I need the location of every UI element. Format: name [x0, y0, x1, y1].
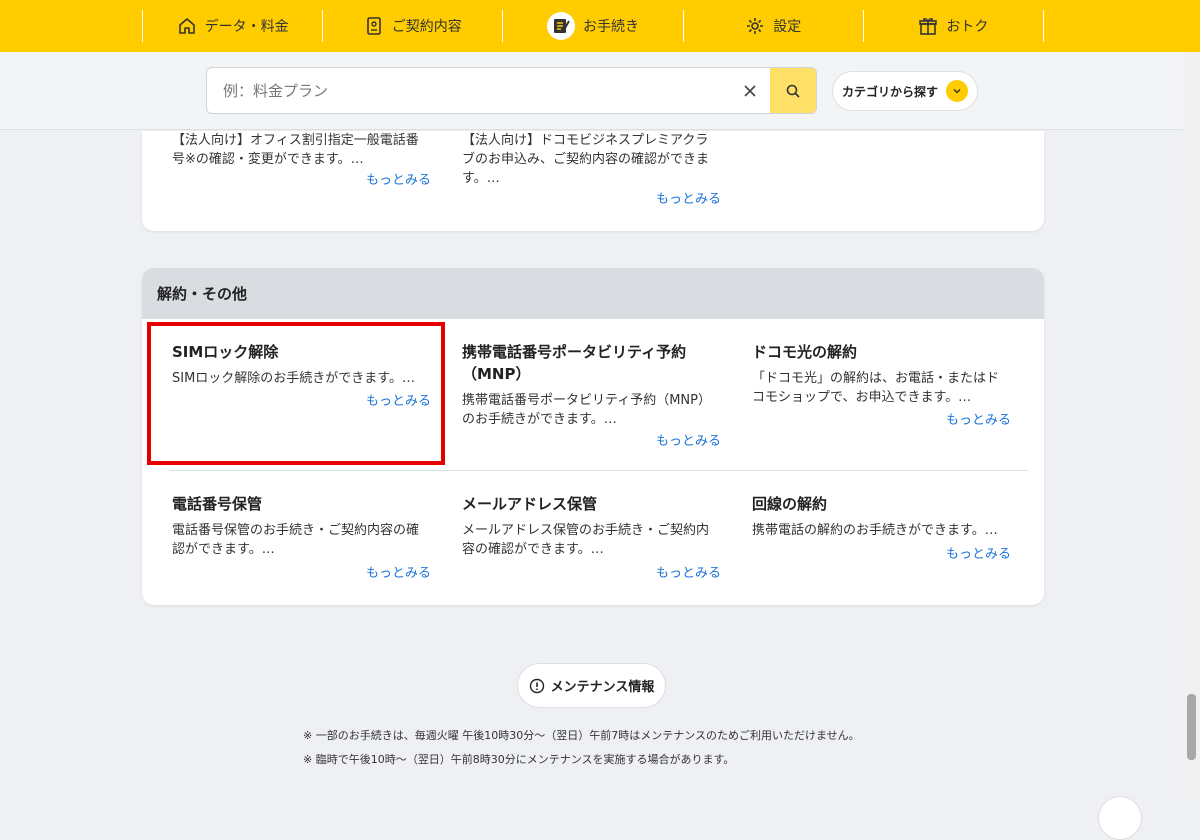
tile-desc: 容の確認ができます。… — [462, 542, 604, 557]
tile-desc: 号※の確認・変更ができます。… — [172, 152, 364, 167]
active-indicator — [547, 12, 575, 40]
search-button[interactable] — [770, 68, 816, 113]
info-icon — [529, 678, 544, 693]
more-link[interactable]: もっとみる — [366, 390, 431, 409]
tile-desc: コモショップで、お申込できます。… — [752, 390, 972, 405]
nav-item-procedure[interactable]: お手続き — [502, 10, 682, 42]
section-card-cancellation: 解約・その他 SIMロック解除 SIMロック解除のお手続きができます。… もっと… — [142, 268, 1044, 605]
more-link[interactable]: もっとみる — [656, 188, 721, 207]
top-navigation: データ・料金 ご契約内容 お手続き 設定 おトク — [0, 0, 1200, 52]
nav-bar: データ・料金 ご契約内容 お手続き 設定 おトク — [142, 0, 1045, 52]
settings-icon — [747, 18, 764, 34]
more-link[interactable]: もっとみる — [366, 562, 431, 581]
tile-desc: ブのお申込み、ご契約内容の確認ができま — [462, 152, 710, 167]
clear-button[interactable] — [730, 68, 770, 113]
tile-mnp-reservation[interactable]: 携帯電話番号ポータビリティ予約 （MNP） 携帯電話番号ポータビリティ予約（MN… — [462, 341, 732, 429]
search-icon — [786, 84, 800, 98]
maintenance-notes: ※ 一部のお手続きは、毎週火曜 午後10時30分～（翌日）午前7時はメンテナンス… — [303, 724, 923, 772]
tile-title: SIMロック解除 — [172, 343, 279, 361]
maintenance-note: ※ 一部のお手続きは、毎週火曜 午後10時30分～（翌日）午前7時はメンテナンス… — [303, 729, 860, 742]
more-link[interactable]: もっとみる — [366, 169, 431, 188]
tile-desc: 携帯電話の解約のお手続きができます。… — [752, 523, 998, 538]
search-box — [206, 67, 817, 114]
tile-title: 回線の解約 — [752, 495, 828, 513]
tile-desc: 電話番号保管のお手続き・ご契約内容の確 — [172, 523, 420, 538]
tile-desc: メールアドレス保管のお手続き・ご契約内 — [462, 523, 710, 538]
tile-title: （MNP） — [462, 365, 531, 383]
category-label: カテゴリから探す — [841, 84, 938, 99]
nav-label: おトク — [946, 19, 989, 35]
tile-desc: す。… — [462, 171, 500, 186]
maintenance-info-button[interactable]: メンテナンス情報 — [517, 663, 666, 708]
tile-email-storage[interactable]: メールアドレス保管 メールアドレス保管のお手続き・ご契約内 容の確認ができます。… — [462, 493, 732, 559]
tile-desc: 携帯電話番号ポータビリティ予約（MNP） — [462, 393, 712, 408]
nav-label: ご契約内容 — [391, 19, 462, 35]
tile-desc: SIMロック解除のお手続きができます。… — [172, 371, 416, 386]
tile-desc: 【法人向け】オフィス割引指定一般電話番 — [172, 133, 419, 148]
tile-office-discount[interactable]: 【法人向け】オフィス割引指定一般電話番 号※の確認・変更ができます。… — [172, 131, 432, 169]
procedure-icon — [554, 19, 570, 33]
search-area: カテゴリから探す — [0, 52, 1200, 130]
chevron-down-icon — [946, 80, 968, 102]
more-link[interactable]: もっとみる — [656, 430, 721, 449]
home-icon — [178, 18, 195, 34]
contract-icon — [366, 17, 381, 35]
maintenance-note: ※ 臨時で午後10時～（翌日）午前8時30分にメンテナンスを実施する場合がありま… — [303, 753, 735, 766]
tile-title: ドコモ光の解約 — [752, 343, 858, 361]
procedure-card-partial: 【法人向け】オフィス割引指定一般電話番 号※の確認・変更ができます。… もっとみ… — [142, 131, 1044, 231]
tile-desc: 「ドコモ光」の解約は、お電話・またはド — [752, 371, 1000, 386]
gift-icon — [919, 18, 938, 35]
tile-title: メールアドレス保管 — [462, 495, 598, 513]
tile-docomo-hikari-cancel[interactable]: ドコモ光の解約 「ドコモ光」の解約は、お電話・またはド コモショップで、お申込で… — [752, 341, 1022, 407]
nav-item-deals[interactable]: おトク — [862, 10, 1045, 42]
nav-label: 設定 — [773, 19, 802, 35]
tile-line-cancel[interactable]: 回線の解約 携帯電話の解約のお手続きができます。… — [752, 493, 1022, 540]
nav-label: データ・料金 — [204, 19, 289, 35]
search-input[interactable] — [207, 68, 730, 113]
divider — [170, 470, 1028, 471]
maintenance-label: メンテナンス情報 — [550, 680, 655, 695]
scrollbar-thumb[interactable] — [1187, 694, 1196, 760]
page-top-button[interactable] — [1098, 796, 1142, 840]
tile-business-premier[interactable]: 【法人向け】ドコモビジネスプレミアクラ ブのお申込み、ご契約内容の確認ができま … — [462, 131, 722, 188]
tile-desc: 【法人向け】ドコモビジネスプレミアクラ — [462, 133, 709, 148]
nav-item-settings[interactable]: 設定 — [682, 10, 863, 42]
nav-label: お手続き — [583, 19, 639, 35]
nav-item-contract[interactable]: ご契約内容 — [322, 10, 502, 42]
section-title: 解約・その他 — [142, 268, 1044, 319]
tile-number-storage[interactable]: 電話番号保管 電話番号保管のお手続き・ご契約内容の確 認ができます。… — [172, 493, 442, 559]
tile-desc: 認ができます。… — [172, 542, 275, 557]
scrollbar[interactable] — [1183, 52, 1200, 800]
close-icon — [744, 84, 756, 97]
tile-title: 携帯電話番号ポータビリティ予約 — [462, 343, 687, 361]
more-link[interactable]: もっとみる — [946, 543, 1011, 562]
tile-sim-unlock[interactable]: SIMロック解除 SIMロック解除のお手続きができます。… — [172, 341, 442, 388]
more-link[interactable]: もっとみる — [656, 562, 721, 581]
tile-desc: のお手続きができます。… — [462, 412, 617, 427]
category-search-button[interactable]: カテゴリから探す — [832, 71, 978, 111]
tile-title: 電話番号保管 — [172, 495, 263, 513]
nav-item-data-fee[interactable]: データ・料金 — [142, 10, 322, 42]
more-link[interactable]: もっとみる — [946, 409, 1011, 428]
